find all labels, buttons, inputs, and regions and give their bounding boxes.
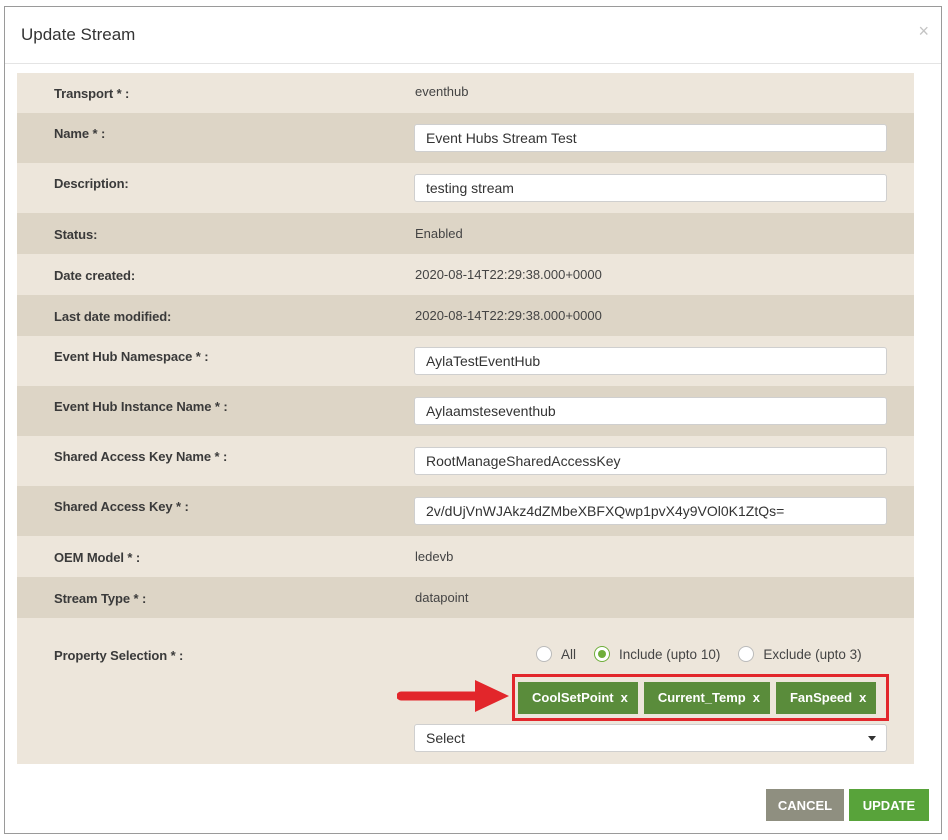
stream-form: Transport * : eventhub Name * : Event Hu… (17, 73, 914, 764)
radio-include-label: Include (upto 10) (619, 646, 721, 662)
cancel-button[interactable]: CANCEL (766, 789, 844, 821)
last-modified-value: 2020-08-14T22:29:38.000+0000 (415, 308, 602, 323)
chip-fanspeed-label: FanSpeed (789, 690, 853, 705)
dialog-header: Update Stream × (5, 7, 941, 64)
dialog-title: Update Stream (21, 25, 136, 44)
chip-coolsetpoint-label: CoolSetPoint (532, 690, 614, 705)
property-selection-label: Property Selection * : (54, 648, 184, 663)
property-select-value: Select (426, 730, 465, 746)
namespace-row: Event Hub Namespace * : AylaTestEventHub (17, 336, 914, 386)
annotation-arrow-icon (397, 680, 509, 712)
chip-current-temp-label: Current_Temp (657, 690, 746, 705)
status-value: Enabled (415, 226, 463, 241)
oem-model-value: ledevb (415, 549, 454, 564)
property-mode-radios: All Include (upto 10) Exclude (upto 3) (536, 646, 862, 662)
last-modified-label: Last date modified: (54, 309, 172, 324)
transport-label: Transport * : (54, 86, 130, 101)
radio-include-circle[interactable] (594, 646, 611, 662)
name-input[interactable]: Event Hubs Stream Test (414, 124, 887, 152)
name-label: Name * : (54, 126, 106, 141)
last-modified-row: Last date modified: 2020-08-14T22:29:38.… (17, 295, 914, 336)
close-icon[interactable]: × (918, 21, 929, 42)
radio-include[interactable]: Include (upto 10) (594, 646, 720, 662)
key-label: Shared Access Key * : (54, 499, 189, 514)
radio-exclude[interactable]: Exclude (upto 3) (738, 646, 862, 662)
chip-current-temp: Current_Temp x (643, 681, 770, 714)
date-created-row: Date created: 2020-08-14T22:29:38.000+00… (17, 254, 914, 295)
status-label: Status: (54, 227, 98, 242)
property-selection-row: Property Selection * : All Include (upto… (17, 618, 914, 764)
key-name-label: Shared Access Key Name * : (54, 449, 228, 464)
stream-type-value: datapoint (415, 590, 469, 605)
transport-value: eventhub (415, 84, 469, 99)
radio-exclude-circle[interactable] (738, 646, 755, 662)
date-created-label: Date created: (54, 268, 136, 283)
radio-all[interactable]: All (536, 646, 576, 662)
key-name-input[interactable]: RootManageSharedAccessKey (414, 447, 887, 475)
property-select[interactable]: Select (414, 724, 887, 752)
key-row: Shared Access Key * : 2v/dUjVnWJAkz4dZMb… (17, 486, 914, 536)
radio-all-label: All (561, 646, 577, 662)
radio-exclude-label: Exclude (upto 3) (763, 646, 862, 662)
radio-all-circle[interactable] (536, 646, 552, 662)
stream-type-label: Stream Type * : (54, 591, 147, 606)
chip-coolsetpoint-remove-icon[interactable]: x (621, 690, 628, 705)
name-row: Name * : Event Hubs Stream Test (17, 113, 914, 163)
namespace-input[interactable]: AylaTestEventHub (414, 347, 887, 375)
transport-row: Transport * : eventhub (17, 73, 914, 113)
update-button[interactable]: UPDATE (849, 789, 929, 821)
date-created-value: 2020-08-14T22:29:38.000+0000 (415, 267, 602, 282)
chip-fanspeed-remove-icon[interactable]: x (859, 690, 866, 705)
selected-properties-box: CoolSetPoint x Current_Temp x FanSpeed x (512, 674, 889, 721)
oem-model-label: OEM Model * : (54, 550, 141, 565)
description-label: Description: (54, 176, 129, 191)
key-name-row: Shared Access Key Name * : RootManageSha… (17, 436, 914, 486)
description-row: Description: testing stream (17, 163, 914, 213)
chip-current-temp-remove-icon[interactable]: x (753, 690, 760, 705)
oem-model-row: OEM Model * : ledevb (17, 536, 914, 577)
instance-label: Event Hub Instance Name * : (54, 399, 228, 414)
key-input[interactable]: 2v/dUjVnWJAkz4dZMbeXBFXQwp1pvX4y9VOl0K1Z… (414, 497, 887, 525)
stream-type-row: Stream Type * : datapoint (17, 577, 914, 618)
instance-input[interactable]: Aylaamsteseventhub (414, 397, 887, 425)
description-input[interactable]: testing stream (414, 174, 887, 202)
status-row: Status: Enabled (17, 213, 914, 254)
instance-row: Event Hub Instance Name * : Aylaamstesev… (17, 386, 914, 436)
chevron-down-icon (868, 736, 876, 741)
chip-coolsetpoint: CoolSetPoint x (518, 681, 638, 714)
namespace-label: Event Hub Namespace * : (54, 349, 209, 364)
chip-fanspeed: FanSpeed x (775, 681, 877, 714)
